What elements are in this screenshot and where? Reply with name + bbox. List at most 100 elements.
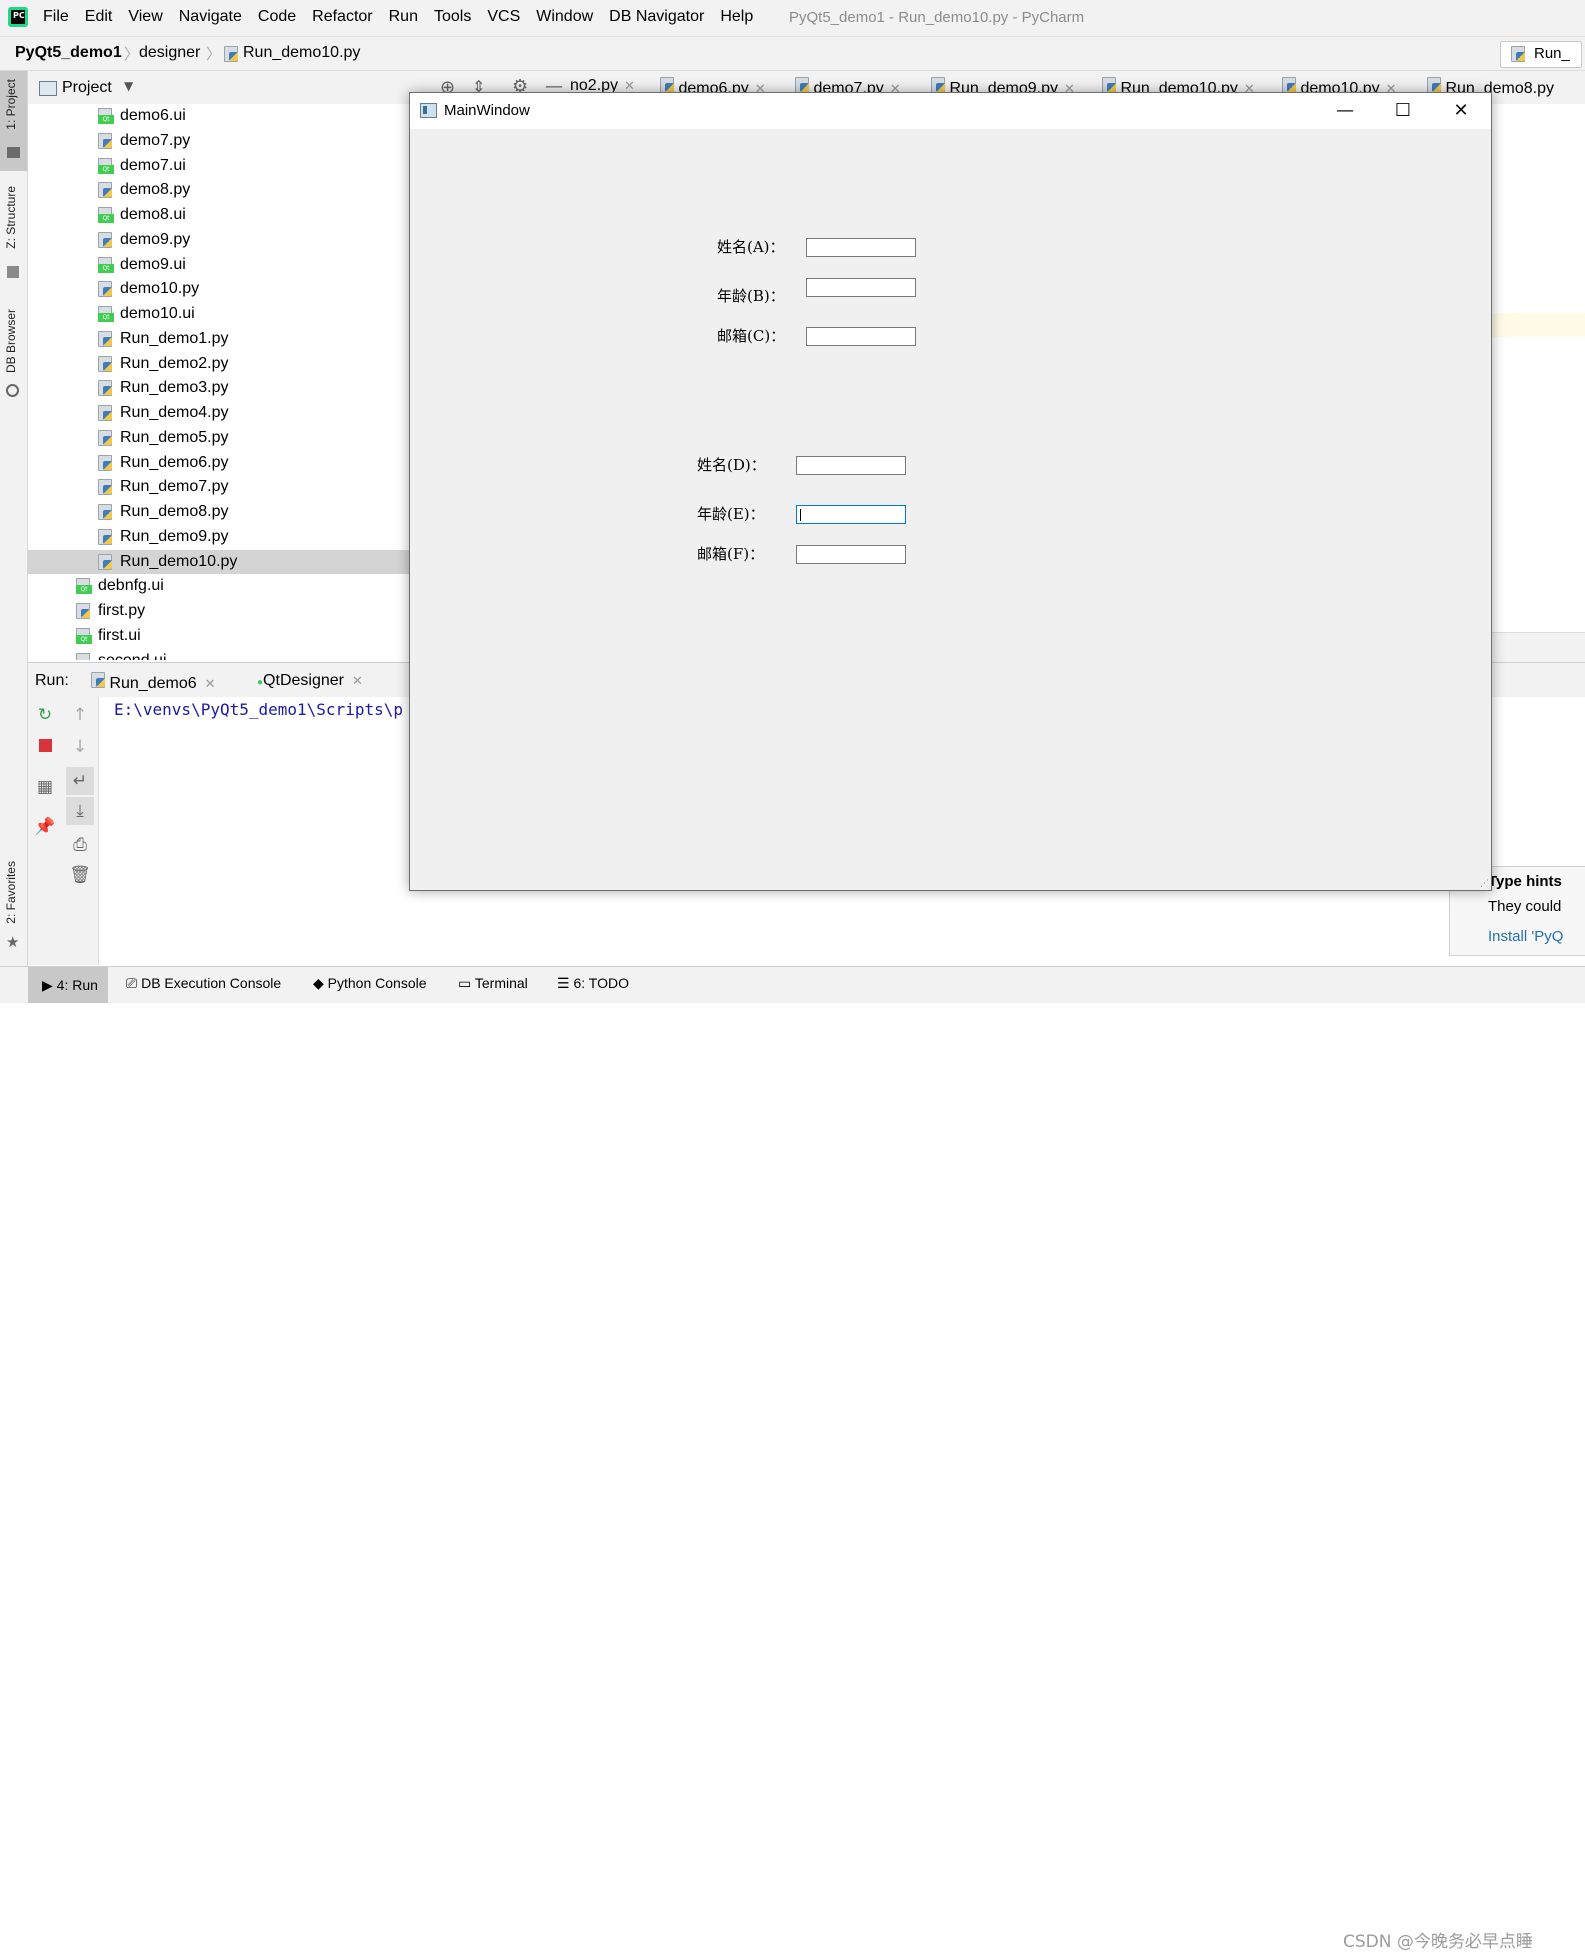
menu-edit[interactable]: Edit (85, 8, 113, 26)
stop-icon[interactable] (33, 737, 57, 757)
status-tab-db-console[interactable]: ⎚ DB Execution Console (126, 975, 281, 992)
tree-item[interactable]: Run_demo5.py (28, 426, 410, 450)
pycharm-logo-icon: PC (8, 7, 28, 27)
up-arrow-icon[interactable]: ↑ (68, 705, 92, 725)
tree-item[interactable]: Run_demo7.py (28, 475, 410, 499)
menu-run[interactable]: Run (389, 8, 418, 26)
close-button[interactable]: ✕ (1432, 93, 1490, 129)
menu-navigate[interactable]: Navigate (179, 8, 242, 26)
tree-item[interactable]: demo7.ui (28, 154, 410, 178)
breadcrumb-separator: 〉 (124, 45, 140, 63)
tree-item-label: demo8.ui (120, 206, 186, 223)
tree-item-label: demo10.ui (120, 305, 195, 322)
structure-tool-tab[interactable]: Z: Structure (4, 186, 18, 249)
tree-item[interactable]: first.py (28, 599, 410, 623)
print-icon[interactable]: ⎙ (68, 835, 92, 855)
resize-grip-icon[interactable]: ⋰ (1480, 879, 1489, 889)
menu-window[interactable]: Window (536, 8, 593, 26)
editor-bottom-divider (1491, 632, 1585, 663)
python-file-icon (98, 454, 112, 471)
tree-item[interactable]: Run_demo4.py (28, 401, 410, 425)
name-input-d[interactable] (796, 456, 906, 475)
menu-help[interactable]: Help (720, 8, 753, 26)
age-input-b[interactable] (806, 278, 916, 297)
hint-body: They could (1488, 898, 1562, 915)
tree-item[interactable]: Run_demo2.py (28, 352, 410, 376)
python-file-icon (98, 231, 112, 248)
qt-ui-file-icon (98, 157, 114, 174)
tree-item[interactable]: demo10.ui (28, 302, 410, 326)
tree-item[interactable]: Run_demo3.py (28, 376, 410, 400)
run-tab[interactable]: Run_demo6 ✕ (91, 672, 216, 693)
menu-code[interactable]: Code (258, 8, 296, 26)
python-file-icon (98, 479, 112, 496)
python-file-icon (98, 504, 112, 520)
menu-file[interactable]: File (43, 8, 69, 26)
main-window-titlebar[interactable]: MainWindow — ☐ ✕ (410, 93, 1491, 129)
status-tab-terminal[interactable]: ▭ Terminal (458, 975, 528, 992)
tree-item-label: Run_demo1.py (120, 329, 229, 347)
tree-item[interactable]: debnfg.ui (28, 574, 410, 598)
breadcrumb-project[interactable]: PyQt5_demo1 (15, 44, 122, 62)
run-configuration-selector[interactable]: Run_ (1500, 41, 1582, 68)
tree-item[interactable]: Run_demo8.py (28, 500, 410, 524)
tree-item[interactable]: demo8.py (28, 178, 410, 202)
tree-item-label: demo7.py (120, 131, 191, 149)
soft-wrap-icon[interactable]: ↵ (66, 767, 94, 795)
run-panel-label: Run: (35, 672, 69, 689)
tree-item[interactable]: Run_demo6.py (28, 451, 410, 475)
folder-icon (7, 147, 20, 158)
status-tab-run[interactable]: ▶ 4: Run (28, 967, 108, 1003)
scroll-to-end-icon[interactable]: ⤓ (66, 797, 94, 825)
menu-refactor[interactable]: Refactor (312, 8, 372, 26)
layout-icon[interactable]: ▦ (33, 777, 57, 797)
left-tool-strip: 1: Project Z: Structure DB Browser 2: Fa… (0, 71, 28, 966)
project-panel-title[interactable]: Project (62, 79, 112, 97)
menu-db-navigator[interactable]: DB Navigator (609, 8, 704, 26)
tree-item[interactable]: first.ui (28, 624, 410, 648)
status-tab-python-console[interactable]: ◆ Python Console (313, 975, 427, 992)
tree-item-label: Run_demo3.py (120, 379, 229, 397)
hint-title: Type hints (1488, 873, 1562, 890)
maximize-button[interactable]: ☐ (1374, 93, 1432, 129)
tree-item-label: Run_demo6.py (120, 453, 229, 471)
favorites-tool-tab[interactable]: 2: Favorites (4, 861, 18, 924)
tree-item[interactable]: demo8.ui (28, 203, 410, 227)
tree-item[interactable]: second.ui (28, 649, 410, 660)
menu-view[interactable]: View (128, 8, 162, 26)
hint-install-link[interactable]: Install 'PyQ (1488, 928, 1563, 945)
tree-item[interactable]: demo9.ui (28, 253, 410, 277)
status-tab-todo[interactable]: ☰ 6: TODO (557, 975, 629, 992)
project-panel-header: Project ▼ (28, 71, 410, 105)
rerun-icon[interactable]: ↻ (33, 705, 57, 725)
editor-area[interactable] (1491, 104, 1585, 632)
tree-item[interactable]: demo10.py (28, 277, 410, 301)
email-input-c[interactable] (806, 327, 916, 346)
tree-item[interactable]: Run_demo9.py (28, 525, 410, 549)
pin-icon[interactable]: 📌 (33, 817, 57, 837)
name-input-a[interactable] (806, 238, 916, 257)
tree-item[interactable]: demo9.py (28, 228, 410, 252)
breadcrumb-file[interactable]: Run_demo10.py (243, 44, 360, 62)
tree-item-label: Run_demo9.py (120, 527, 229, 545)
run-toolbar-secondary: ↑ ↓ ↵ ⤓ ⎙ 🗑 (62, 697, 99, 965)
tree-item[interactable]: demo7.py (28, 129, 410, 153)
breadcrumb: PyQt5_demo1 〉 designer 〉 Run_demo10.py R… (0, 37, 1585, 71)
chevron-down-icon[interactable]: ▼ (124, 79, 133, 93)
tree-item-label: first.ui (98, 626, 141, 644)
down-arrow-icon[interactable]: ↓ (68, 737, 92, 757)
run-tab[interactable]: ●QtDesigner ✕ (257, 672, 363, 690)
trash-icon[interactable]: 🗑 (68, 865, 92, 885)
tree-item[interactable]: Run_demo10.py (28, 549, 410, 574)
db-browser-tool-tab[interactable]: DB Browser (4, 309, 18, 373)
project-tool-tab-label[interactable]: 1: Project (4, 79, 18, 130)
minimize-button[interactable]: — (1316, 93, 1374, 129)
age-input-e[interactable] (796, 505, 906, 524)
breadcrumb-folder[interactable]: designer (139, 44, 200, 62)
menu-tools[interactable]: Tools (434, 8, 471, 26)
tree-item[interactable]: Run_demo1.py (28, 327, 410, 351)
menu-vcs[interactable]: VCS (487, 8, 520, 26)
python-file-icon (98, 182, 112, 199)
tree-item[interactable]: demo6.ui (28, 104, 410, 128)
email-input-f[interactable] (796, 545, 906, 564)
